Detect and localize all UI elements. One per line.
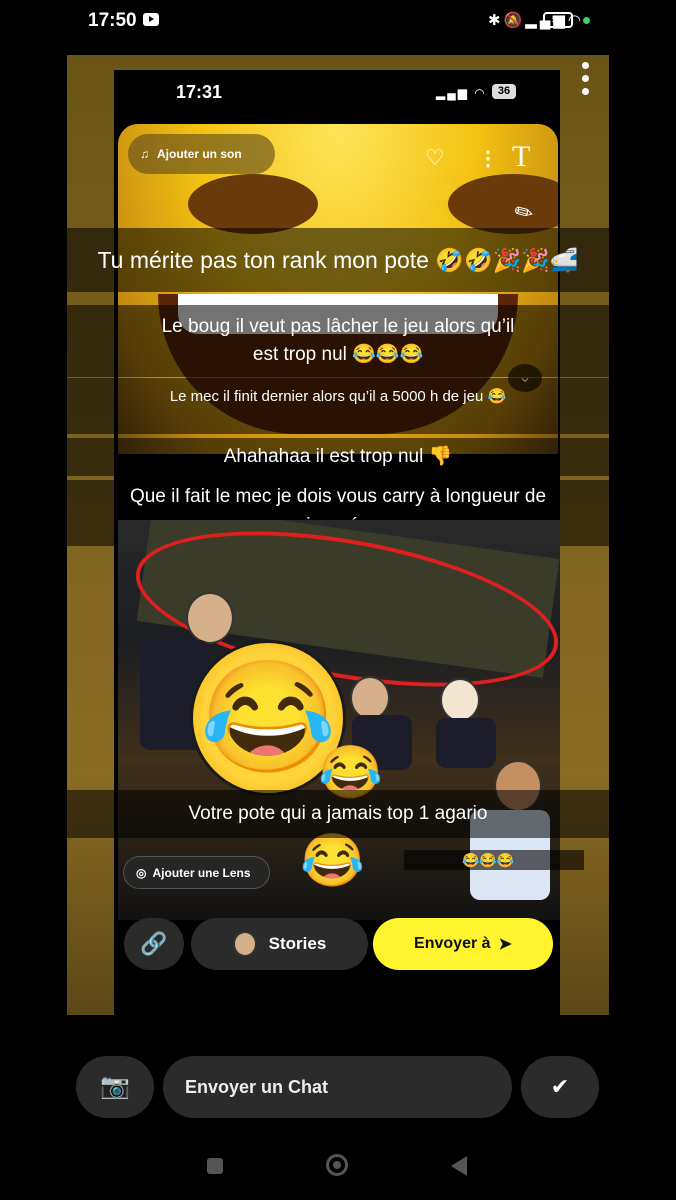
- bluetooth-icon: ✱: [487, 12, 504, 29]
- caption-third: Le mec il finit dernier alors qu’il a 50…: [67, 378, 609, 434]
- stories-label: Stories: [268, 934, 327, 953]
- mute-icon: 🔕: [503, 12, 526, 29]
- caption-top: Tu mérite pas ton rank mon pote 🤣🤣🎉🎉🚅: [0, 228, 676, 292]
- add-lens-button[interactable]: ◎ Ajouter une Lens: [123, 856, 270, 889]
- recent-apps-button[interactable]: [207, 1158, 223, 1174]
- add-sound-label: Ajouter un son: [157, 147, 242, 161]
- music-note-icon: ♫: [140, 147, 149, 161]
- add-sound-button[interactable]: ♫ Ajouter un son: [128, 134, 275, 174]
- add-lens-label: Ajouter une Lens: [152, 865, 251, 880]
- send-to-button[interactable]: Envoyer à ➤: [373, 918, 553, 970]
- chat-input[interactable]: Envoyer un Chat: [163, 1056, 512, 1118]
- link-button[interactable]: 🔗: [124, 918, 184, 970]
- online-dot: [583, 17, 590, 24]
- inner-status-time: 17:31: [176, 82, 223, 102]
- caption-small: 😂😂😂: [404, 850, 584, 870]
- link-icon: 🔗: [140, 931, 168, 956]
- avatar: [186, 592, 234, 644]
- battery-icon: 36: [492, 84, 516, 99]
- heart-icon[interactable]: ♡: [425, 145, 445, 171]
- signal-icon: ▂▄▆ ◠: [436, 86, 487, 100]
- avatar: [232, 931, 257, 957]
- avatar: [350, 676, 390, 720]
- snap-chat-button[interactable]: ✔: [521, 1056, 599, 1118]
- back-button[interactable]: [451, 1156, 467, 1176]
- avatar: [440, 678, 480, 722]
- send-label: Envoyer à: [414, 935, 491, 952]
- stories-button[interactable]: Stories: [191, 918, 368, 970]
- lens-icon: ◎: [136, 865, 147, 880]
- laughing-emoji: 😂: [300, 832, 365, 890]
- status-time: 17:50: [88, 10, 137, 31]
- text-tool-button[interactable]: T: [512, 140, 530, 174]
- more-icon[interactable]: ⋮: [478, 146, 498, 171]
- caption-fourth: Ahahahaa il est trop nul 👎: [67, 438, 609, 476]
- caption-sixth: Votre pote qui a jamais top 1 agario: [67, 790, 609, 838]
- battery-icon: 52: [543, 12, 573, 28]
- home-button[interactable]: [326, 1154, 348, 1176]
- video-icon: [143, 13, 159, 26]
- bitmoji-figure: [436, 718, 496, 768]
- send-arrow-icon: ➤: [498, 936, 512, 953]
- camera-icon: 📷: [100, 1073, 130, 1100]
- snap-chat-icon: ✔: [550, 1074, 570, 1099]
- more-icon[interactable]: [582, 62, 590, 101]
- camera-button[interactable]: 📷: [76, 1056, 154, 1118]
